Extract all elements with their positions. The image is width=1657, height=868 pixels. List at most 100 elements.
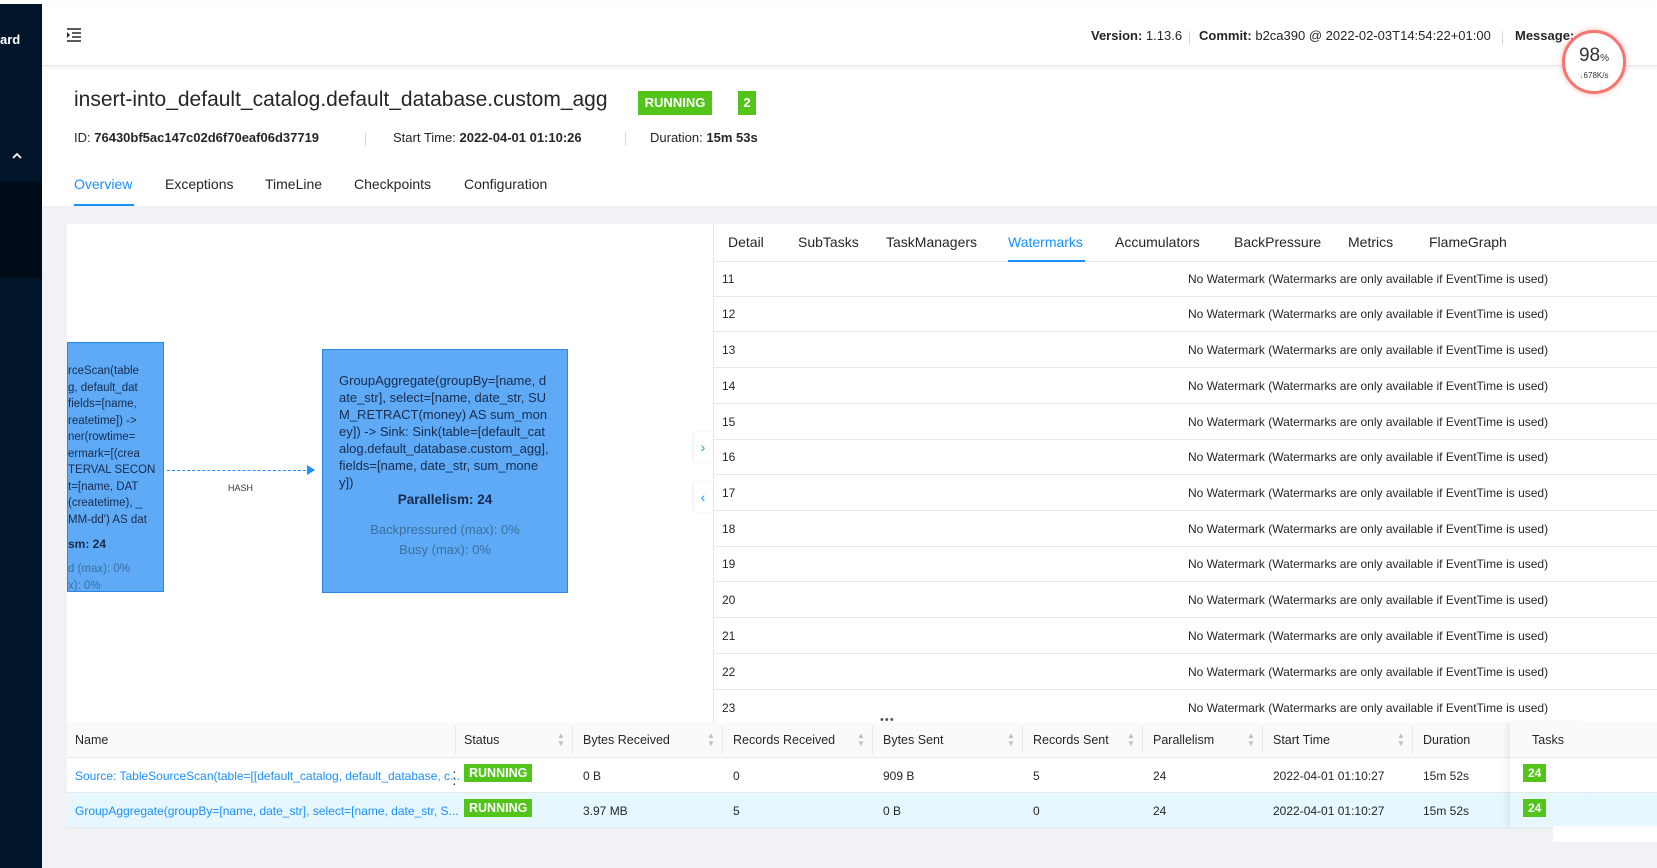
parallelism-cell: 24: [1153, 769, 1167, 783]
more-vertical-icon[interactable]: · · ·: [452, 764, 457, 790]
running-count-badge: 2: [738, 91, 756, 115]
watermark-row: 17 No Watermark (Watermarks are only avai…: [714, 476, 1657, 511]
start-time-value: 2022-04-01 01:10:26: [459, 130, 582, 145]
network-speed-widget[interactable]: 98% ↓678K/s: [1562, 30, 1626, 94]
source-node-busy: x): 0%: [68, 580, 101, 592]
watermark-row: 15 No Watermark (Watermarks are only avai…: [714, 405, 1657, 440]
divider: [365, 132, 366, 146]
column-header-bytes-sent[interactable]: Bytes Sent: [883, 733, 943, 747]
column-header-records-sent[interactable]: Records Sent: [1033, 733, 1109, 747]
download-rate: ↓678K/s: [1579, 71, 1609, 80]
tab-metrics[interactable]: Metrics: [1348, 234, 1393, 250]
status-badge: RUNNING: [464, 764, 533, 782]
collapse-panel-button[interactable]: ‹: [694, 482, 712, 512]
table-row[interactable]: GroupAggregate(groupBy=[name, date_str],…: [67, 793, 1657, 828]
tab-accumulators[interactable]: Accumulators: [1115, 234, 1200, 250]
column-header-status[interactable]: Status: [464, 733, 499, 747]
source-node-backpressured: d (max): 0%: [68, 563, 130, 575]
version-label: Version:: [1091, 28, 1143, 43]
watermark-row: 16 No Watermark (Watermarks are only avai…: [714, 440, 1657, 475]
job-duration: Duration: 15m 53s: [650, 130, 758, 145]
tab-exceptions[interactable]: Exceptions: [165, 176, 233, 192]
tab-timeline[interactable]: TimeLine: [265, 176, 322, 192]
chevron-right-icon: ›: [700, 439, 706, 455]
watermark-row: 23 No Watermark (Watermarks are only avai…: [714, 691, 1657, 722]
sort-icon[interactable]: ▲▼: [857, 732, 865, 748]
watermark-row: 18 No Watermark (Watermarks are only avai…: [714, 512, 1657, 547]
column-header-bytes-received[interactable]: Bytes Received: [583, 733, 670, 747]
version-value: 1.13.6: [1145, 28, 1183, 43]
job-graph[interactable]: rceScan(table g, default_dat fields=[nam…: [67, 224, 713, 722]
chevron-left-icon: ‹: [700, 489, 706, 505]
tab-checkpoints[interactable]: Checkpoints: [354, 176, 431, 192]
vertex-name-link[interactable]: GroupAggregate(groupBy=[name, date_str],…: [75, 804, 459, 818]
sort-icon[interactable]: ▲▼: [557, 732, 565, 748]
column-header-duration[interactable]: Duration: [1423, 733, 1470, 747]
column-divider: [1022, 726, 1023, 754]
parallelism-cell: 24: [1153, 804, 1167, 818]
message-info: Message:: [1515, 28, 1574, 43]
column-divider: [722, 726, 723, 754]
sidebar-brand: ard: [0, 32, 21, 47]
sort-icon[interactable]: ▲▼: [1397, 732, 1405, 748]
records-sent-cell: 5: [1033, 769, 1040, 783]
detail-tabs: Detail SubTasks TaskManagers Watermarks …: [714, 224, 1657, 262]
expand-panel-button[interactable]: ›: [694, 432, 712, 462]
message-label: Message:: [1515, 28, 1575, 43]
table-header: Name Status ▲ ▼ Bytes Received ▲ ▼ Records…: [67, 722, 1657, 758]
tab-detail[interactable]: Detail: [728, 234, 764, 250]
source-node[interactable]: rceScan(table g, default_dat fields=[nam…: [67, 342, 164, 592]
menu-fold-icon[interactable]: [66, 28, 82, 42]
sidebar-active-item[interactable]: [0, 182, 42, 278]
tab-overview[interactable]: Overview: [74, 176, 132, 192]
column-header-start-time[interactable]: Start Time: [1273, 733, 1330, 747]
job-id-value: 76430bf5ac147c02d6f70eaf06d37719: [94, 130, 320, 145]
column-header-name[interactable]: Name: [75, 733, 108, 747]
watermark-row: 19 No Watermark (Watermarks are only avai…: [714, 547, 1657, 582]
column-header-tasks[interactable]: Tasks: [1532, 733, 1564, 747]
commit-label: Commit:: [1199, 28, 1252, 43]
status-badge: RUNNING: [464, 799, 533, 817]
source-node-description: rceScan(table g, default_dat fields=[nam…: [68, 365, 156, 526]
sort-icon[interactable]: ▲▼: [707, 732, 715, 748]
aggregate-node[interactable]: GroupAggregate(groupBy=[name, date_str],…: [322, 349, 568, 593]
job-start-time: Start Time: 2022-04-01 01:10:26: [393, 130, 582, 145]
column-divider: [455, 726, 456, 754]
bytes-sent-cell: 909 B: [883, 769, 915, 783]
duration-cell: 15m 52s: [1423, 804, 1470, 818]
column-divider: [872, 726, 873, 754]
tab-configuration[interactable]: Configuration: [464, 176, 547, 192]
bytes-received-cell: 3.97 MB: [583, 804, 628, 818]
task-count-badge: 24: [1523, 764, 1547, 782]
watermark-row: 12 No Watermark (Watermarks are only avai…: [714, 297, 1657, 332]
sort-icon[interactable]: ▲▼: [1007, 732, 1015, 748]
column-header-records-received[interactable]: Records Received: [733, 733, 835, 747]
duration-value: 15m 53s: [706, 130, 758, 145]
aggregate-node-busy: Busy (max): 0%: [399, 542, 491, 557]
bytes-received-cell: 0 B: [583, 769, 602, 783]
aggregate-node-parallelism: Parallelism: 24: [397, 492, 493, 507]
vertex-name-link[interactable]: Source: TableSourceScan(table=[[default_…: [75, 769, 460, 783]
chevron-up-icon[interactable]: [12, 148, 22, 163]
start-time-label: Start Time:: [393, 130, 456, 145]
tasks-column: Tasks 24 24: [1510, 722, 1587, 828]
watermark-row: 21 No Watermark (Watermarks are only avai…: [714, 619, 1657, 654]
aggregate-node-backpressured: Backpressured (max): 0%: [370, 522, 520, 537]
tab-watermarks[interactable]: Watermarks: [1008, 234, 1083, 250]
job-status-badge: RUNNING: [638, 91, 712, 115]
table-row[interactable]: Source: TableSourceScan(table=[[default_…: [67, 758, 1657, 793]
top-header: Version: 1.13.6 Commit: b2ca390 @ 2022-0…: [42, 4, 1657, 66]
tab-backpressure[interactable]: BackPressure: [1234, 234, 1321, 250]
source-node-parallelism: sm: 24: [68, 537, 107, 551]
sort-icon[interactable]: ▲▼: [1247, 732, 1255, 748]
table-footer: [1553, 826, 1657, 842]
sort-icon[interactable]: ▲▼: [1127, 732, 1135, 748]
job-id-label: ID:: [74, 130, 91, 145]
tab-subtasks[interactable]: SubTasks: [798, 234, 859, 250]
column-header-parallelism[interactable]: Parallelism: [1153, 733, 1214, 747]
speed-percent: 98%: [1578, 45, 1610, 66]
records-received-cell: 0: [733, 769, 740, 783]
tab-flamegraph[interactable]: FlameGraph: [1429, 234, 1507, 250]
watermark-row: 22 No Watermark (Watermarks are only avai…: [714, 655, 1657, 690]
tab-taskmanagers[interactable]: TaskManagers: [886, 234, 977, 250]
